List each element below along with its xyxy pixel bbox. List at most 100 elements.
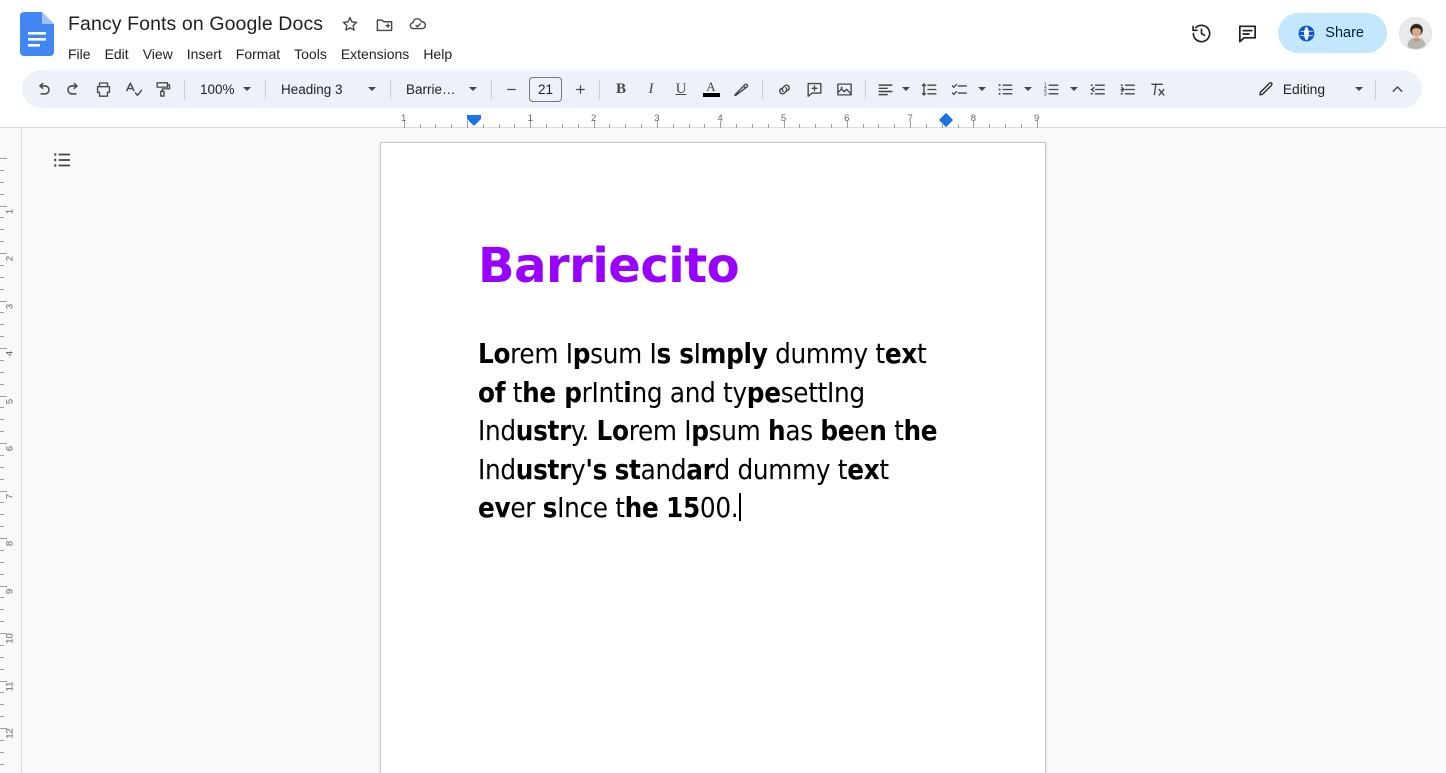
vruler-tick-minor [0,740,4,741]
menu-item-edit[interactable]: Edit [98,43,136,65]
vruler-tick-major [0,158,7,159]
vruler-tick-major [0,396,7,397]
first-line-indent-marker[interactable] [467,119,481,126]
align-left-icon[interactable] [872,74,898,104]
ruler-label: 2 [591,113,596,124]
decrease-font-size-button[interactable] [498,76,524,102]
document-paragraph[interactable]: Lorem Ipsum Is sImply dummy text of the … [478,335,948,527]
google-docs-logo[interactable] [20,12,54,56]
chevron-down-icon [243,87,251,91]
insert-link-icon[interactable] [769,74,799,104]
align-dropdown-caret[interactable] [898,74,914,104]
menu-item-format[interactable]: Format [229,43,287,65]
font-size-input[interactable] [529,77,562,102]
toolbar-divider [491,79,492,99]
collapse-toolbar-button[interactable] [1382,74,1412,104]
increase-font-size-button[interactable] [567,76,593,102]
document-outline-icon[interactable] [42,140,82,180]
vruler-label: 9 [5,588,16,593]
underline-button[interactable]: U [666,74,696,104]
decrease-indent-icon[interactable] [1082,74,1112,104]
zoom-selector[interactable]: 100% [191,74,259,104]
insert-image-icon[interactable] [829,74,859,104]
menu-item-view[interactable]: View [136,43,180,65]
move-to-folder-icon[interactable] [371,11,397,37]
bulleted-list-icon[interactable] [990,74,1020,104]
page-content[interactable]: Barriecito Lorem Ipsum Is sImply dummy t… [478,241,948,527]
text-run-regular: I [566,338,573,370]
menu-item-extensions[interactable]: Extensions [334,43,416,65]
bulleted-list-dropdown-caret[interactable] [1020,74,1036,104]
editing-mode-selector[interactable]: Editing [1247,73,1369,105]
checklist-dropdown-caret[interactable] [974,74,990,104]
vruler-tick-major [0,301,7,302]
share-label: Share [1325,25,1364,41]
vruler-label: 1 [5,208,16,213]
paragraph-style-value: Heading 3 [281,82,364,97]
horizontal-ruler[interactable]: 1123456789 [0,110,1446,128]
text-run-regular: y [571,454,585,486]
formatting-toolbar: 100% Heading 3 Barrie… B [22,70,1422,108]
redo-icon[interactable] [58,74,88,104]
text-run-bold: s s [656,338,693,370]
italic-button[interactable]: I [636,74,666,104]
font-family-selector[interactable]: Barrie… [397,74,485,104]
document-workspace: Barriecito Lorem Ipsum Is sImply dummy t… [22,128,1446,773]
toolbar-divider [1375,79,1376,99]
document-title[interactable]: Fancy Fonts on Google Docs [68,13,323,36]
ruler-label: 1 [401,113,406,124]
cloud-saved-icon[interactable] [405,11,431,37]
text-run-regular: e [854,415,869,447]
text-color-button[interactable]: A [696,74,726,104]
checklist-icon[interactable] [944,74,974,104]
menu-item-insert[interactable]: Insert [180,43,229,65]
increase-indent-icon[interactable] [1112,74,1142,104]
menu-item-file[interactable]: File [61,43,98,65]
paint-format-icon[interactable] [148,74,178,104]
vertical-ruler[interactable]: 123456789101112 [0,128,22,773]
share-button[interactable]: Share [1278,13,1387,53]
text-run-regular: su [709,415,737,447]
vruler-tick-major [0,538,7,539]
vruler-tick-minor [0,419,4,420]
numbered-list-dropdown-caret[interactable] [1066,74,1082,104]
text-run-regular: 00. [700,492,738,524]
clear-formatting-icon[interactable] [1142,74,1172,104]
ruler-label: 5 [781,113,786,124]
chevron-down-icon [902,87,910,91]
title-icon-group [337,11,431,37]
vruler-tick-minor [0,384,4,385]
text-run-regular [658,492,666,524]
bold-button[interactable]: B [606,74,636,104]
text-color-swatch [703,93,720,97]
spellcheck-icon[interactable] [118,74,148,104]
vruler-tick-minor [0,657,4,658]
document-heading[interactable]: Barriecito [478,241,948,291]
highlight-pen-icon[interactable] [726,74,756,104]
version-history-icon[interactable] [1180,12,1222,54]
add-comment-icon[interactable] [799,74,829,104]
vruler-tick-minor [0,574,4,575]
chevron-down-icon [978,87,986,91]
vruler-tick-minor [0,194,4,195]
vruler-tick-major [0,491,7,492]
title-bar: Fancy Fonts on Google Docs [0,0,1446,68]
paragraph-style-selector[interactable]: Heading 3 [272,74,384,104]
undo-icon[interactable] [28,74,58,104]
vruler-tick-minor [0,502,4,503]
print-icon[interactable] [88,74,118,104]
document-page[interactable]: Barriecito Lorem Ipsum Is sImply dummy t… [380,142,1046,773]
toolbar-divider [865,79,866,99]
line-spacing-icon[interactable] [914,74,944,104]
vruler-tick-minor [0,752,4,753]
text-run-regular: t [887,415,904,447]
numbered-list-icon[interactable]: 1 2 3 [1036,74,1066,104]
menu-item-help[interactable]: Help [416,43,459,65]
user-avatar[interactable] [1399,17,1432,50]
text-run-regular: m [737,415,768,447]
comment-history-icon[interactable] [1226,12,1268,54]
text-run-bold: st [615,454,641,486]
star-icon[interactable] [337,11,363,37]
vruler-tick-minor [0,360,4,361]
menu-item-tools[interactable]: Tools [287,43,334,65]
